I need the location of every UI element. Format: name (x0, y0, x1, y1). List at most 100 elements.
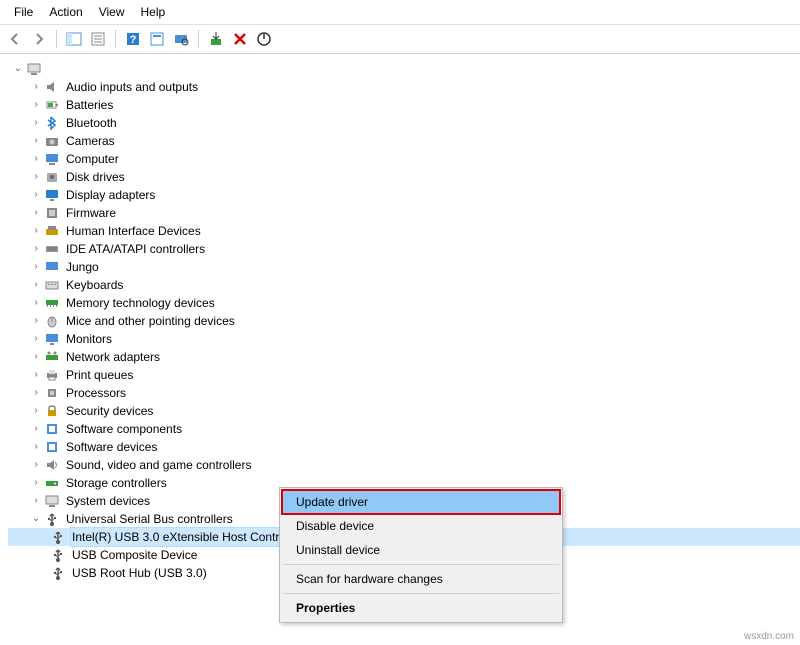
tree-category[interactable]: ›Print queues (8, 366, 800, 384)
collapse-icon[interactable]: › (30, 315, 42, 327)
tree-category[interactable]: › Cameras (8, 132, 800, 150)
category-label: System devices (64, 492, 152, 510)
collapse-icon[interactable]: › (30, 243, 42, 255)
security-icon (44, 403, 60, 419)
software-icon (44, 421, 60, 437)
collapse-icon[interactable]: › (30, 369, 42, 381)
tree-category[interactable]: › Network adapters (8, 348, 800, 366)
cpu-icon (44, 385, 60, 401)
keyboard-icon (44, 277, 60, 293)
collapse-icon[interactable]: › (30, 333, 42, 345)
audio-icon (44, 79, 60, 95)
tree-category[interactable]: ›Mice and other pointing devices (8, 312, 800, 330)
context-uninstall-device[interactable]: Uninstall device (282, 538, 560, 562)
collapse-icon[interactable]: › (30, 81, 42, 93)
monitor-icon (44, 331, 60, 347)
context-menu: Update driver Disable device Uninstall d… (279, 487, 563, 623)
category-label: Universal Serial Bus controllers (64, 510, 235, 528)
category-label: Keyboards (64, 276, 125, 294)
tree-category[interactable]: › Memory technology devices (8, 294, 800, 312)
collapse-icon[interactable]: › (30, 189, 42, 201)
tree-category[interactable]: › Sound, video and game controllers (8, 456, 800, 474)
context-scan-hardware[interactable]: Scan for hardware changes (282, 567, 560, 591)
category-label: Monitors (64, 330, 114, 348)
tree-category[interactable]: › Keyboards (8, 276, 800, 294)
tree-root[interactable]: ⌄ (8, 60, 800, 78)
category-label: IDE ATA/ATAPI controllers (64, 240, 207, 258)
view-button[interactable] (146, 28, 168, 50)
category-label: Sound, video and game controllers (64, 456, 253, 474)
printer-icon (44, 367, 60, 383)
collapse-icon[interactable]: › (30, 207, 42, 219)
collapse-icon[interactable]: › (30, 279, 42, 291)
category-label: Human Interface Devices (64, 222, 203, 240)
collapse-icon[interactable]: › (30, 351, 42, 363)
memory-icon (44, 295, 60, 311)
disable-button[interactable] (253, 28, 275, 50)
collapse-icon[interactable]: › (30, 477, 42, 489)
category-label: Disk drives (64, 168, 127, 186)
menu-help[interactable]: Help (133, 3, 174, 21)
tree-category[interactable]: › Processors (8, 384, 800, 402)
category-label: Software components (64, 420, 184, 438)
context-properties[interactable]: Properties (282, 596, 560, 620)
usb-icon (50, 547, 66, 563)
category-label: Processors (64, 384, 128, 402)
properties-button[interactable] (87, 28, 109, 50)
collapse-icon[interactable]: › (30, 405, 42, 417)
tree-category[interactable]: › IDE ATA/ATAPI controllers (8, 240, 800, 258)
category-label: Network adapters (64, 348, 162, 366)
context-divider (283, 564, 559, 565)
collapse-icon[interactable]: › (30, 387, 42, 399)
tree-category[interactable]: › Audio inputs and outputs (8, 78, 800, 96)
scan-hardware-button[interactable] (170, 28, 192, 50)
collapse-icon[interactable]: › (30, 135, 42, 147)
category-label: Audio inputs and outputs (64, 78, 200, 96)
category-label: Memory technology devices (64, 294, 217, 312)
help-button[interactable]: ? (122, 28, 144, 50)
category-label: Cameras (64, 132, 117, 150)
update-driver-button[interactable] (205, 28, 227, 50)
collapse-icon[interactable]: › (30, 153, 42, 165)
collapse-icon[interactable]: › (30, 117, 42, 129)
tree-category[interactable]: ›Bluetooth (8, 114, 800, 132)
expand-icon[interactable]: ⌄ (12, 63, 24, 75)
collapse-icon[interactable]: › (30, 423, 42, 435)
collapse-icon[interactable]: › (30, 495, 42, 507)
show-hide-tree-button[interactable] (63, 28, 85, 50)
tree-category[interactable]: › Software components (8, 420, 800, 438)
collapse-icon[interactable]: › (30, 225, 42, 237)
tree-category[interactable]: › Firmware (8, 204, 800, 222)
forward-button[interactable] (28, 28, 50, 50)
camera-icon (44, 133, 60, 149)
tree-category[interactable]: ›Jungo (8, 258, 800, 276)
tree-category[interactable]: › Disk drives (8, 168, 800, 186)
category-label: Software devices (64, 438, 159, 456)
disk-icon (44, 169, 60, 185)
category-label: Firmware (64, 204, 118, 222)
tree-category[interactable]: ›Security devices (8, 402, 800, 420)
menu-action[interactable]: Action (41, 3, 90, 21)
tree-category[interactable]: ›Computer (8, 150, 800, 168)
menu-file[interactable]: File (6, 3, 41, 21)
context-disable-device[interactable]: Disable device (282, 514, 560, 538)
collapse-icon[interactable]: › (30, 297, 42, 309)
back-button[interactable] (4, 28, 26, 50)
category-label: Batteries (64, 96, 115, 114)
expand-icon[interactable]: ⌄ (30, 513, 42, 525)
collapse-icon[interactable]: › (30, 459, 42, 471)
uninstall-button[interactable] (229, 28, 251, 50)
collapse-icon[interactable]: › (30, 441, 42, 453)
collapse-icon[interactable]: › (30, 99, 42, 111)
menu-view[interactable]: View (91, 3, 133, 21)
toolbar-separator (56, 30, 57, 48)
collapse-icon[interactable]: › (30, 261, 42, 273)
tree-category[interactable]: › Human Interface Devices (8, 222, 800, 240)
tree-category[interactable]: › Software devices (8, 438, 800, 456)
tree-category[interactable]: › Batteries (8, 96, 800, 114)
tree-category[interactable]: › Monitors (8, 330, 800, 348)
storage-icon (44, 475, 60, 491)
collapse-icon[interactable]: › (30, 171, 42, 183)
context-update-driver[interactable]: Update driver (282, 490, 560, 514)
tree-category[interactable]: ›Display adapters (8, 186, 800, 204)
